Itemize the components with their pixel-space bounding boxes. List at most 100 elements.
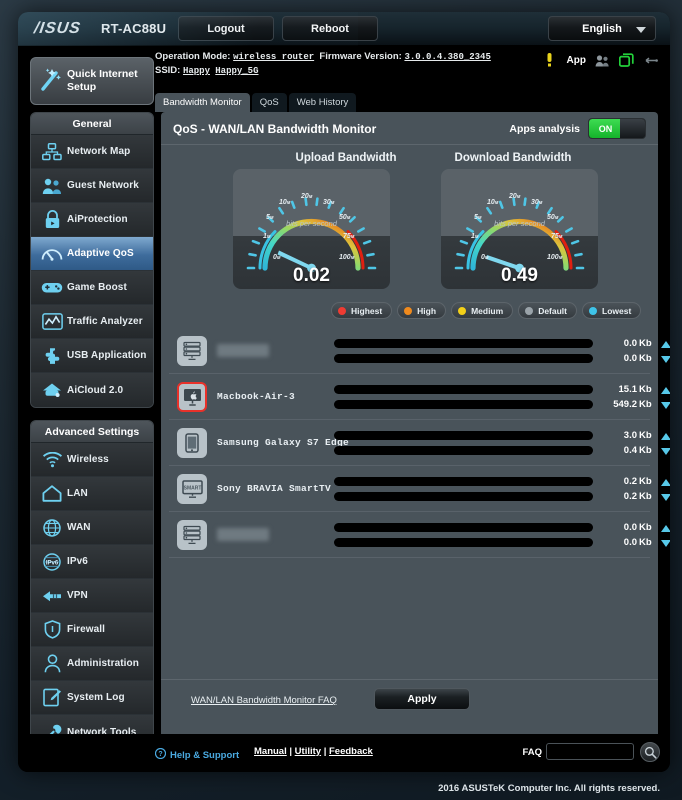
table-row[interactable]: 0.0 Kb 0.0 Kb [169, 328, 650, 374]
priority-label: Lowest [602, 306, 631, 316]
sidebar-item-usb-application[interactable]: USB Application [31, 339, 153, 373]
ssid-24g-value[interactable]: Happy [183, 66, 210, 76]
upload-unit: Kb [639, 476, 652, 487]
tab-qos[interactable]: QoS [252, 93, 287, 112]
tab-bandwidth-monitor[interactable]: Bandwidth Monitor [155, 93, 250, 112]
copyright-notice: 2016 ASUSTeK Computer Inc. All rights re… [438, 783, 660, 794]
download-value: 0.2 [597, 491, 637, 502]
ssid-5g-value[interactable]: Happy_5G [215, 66, 258, 76]
network-map-icon [37, 143, 67, 161]
language-selector[interactable]: English [548, 16, 656, 41]
sidebar-item-adaptive-qos[interactable]: Adaptive QoS [31, 237, 153, 271]
chart-icon [37, 313, 67, 330]
home-icon [37, 485, 67, 502]
search-icon[interactable] [640, 742, 660, 762]
upload-gauge-value: 0.02 [233, 265, 390, 287]
gamepad-icon [37, 280, 67, 295]
upload-unit: Kb [639, 384, 652, 395]
sidebar-advanced-header: Advanced Settings [31, 421, 153, 443]
sidebar-item-game-boost[interactable]: Game Boost [31, 271, 153, 305]
sidebar-item-network-map[interactable]: Network Map [31, 135, 153, 169]
app-label[interactable]: App [567, 55, 586, 66]
sidebar-item-vpn[interactable]: VPN [31, 579, 153, 613]
sidebar-item-firewall[interactable]: Firewall [31, 613, 153, 647]
status-icon-tray: App [544, 53, 658, 67]
vpn-key-icon [37, 588, 67, 604]
download-gauge-value: 0.49 [441, 265, 598, 287]
ipv6-globe-icon: IPv6 [37, 553, 67, 571]
sidebar-label: WAN [67, 522, 91, 533]
priority-label: Medium [471, 306, 503, 316]
connected-network-icon[interactable] [619, 53, 634, 67]
sidebar-item-guest-network[interactable]: Guest Network [31, 169, 153, 203]
utility-link[interactable]: Utility [295, 746, 321, 757]
usb-icon[interactable] [643, 55, 658, 66]
gauge-tick-0: 0м [273, 254, 281, 261]
lock-icon [37, 210, 67, 229]
priority-lowest-button[interactable]: Lowest [582, 302, 641, 319]
sidebar-item-wireless[interactable]: Wireless [31, 443, 153, 477]
priority-highest-button[interactable]: Highest [331, 302, 392, 319]
smart-tv-icon[interactable]: SMART [177, 474, 207, 504]
nas-server-icon[interactable] [177, 520, 207, 550]
table-row[interactable]: SMART Sony BRAVIA SmartTV 0.2 Kb 0.2 Kb [169, 466, 650, 512]
sidebar-item-administration[interactable]: Administration [31, 647, 153, 681]
table-row[interactable]: Macbook-Air-3 15.1 Kb 549.2 Kb [169, 374, 650, 420]
sidebar-label: Traffic Analyzer [67, 316, 143, 327]
content-panel: QoS - WAN/LAN Bandwidth Monitor Apps ana… [161, 112, 658, 757]
help-support-link[interactable]: ? Help & Support [155, 746, 239, 764]
sidebar-item-aicloud[interactable]: AiCloud 2.0 [31, 373, 153, 407]
sidebar-item-lan[interactable]: LAN [31, 477, 153, 511]
gauge-tick-1: 1м [471, 233, 479, 240]
table-row[interactable]: Samsung Galaxy S7 Edge 3.0 Kb 0.4 Kb [169, 420, 650, 466]
apply-button[interactable]: Apply [374, 688, 470, 710]
upload-arrow-icon [661, 525, 670, 532]
guest-users-icon[interactable] [595, 54, 610, 67]
nas-server-icon[interactable] [177, 336, 207, 366]
sidebar-item-ipv6[interactable]: IPv6 IPv6 [31, 545, 153, 579]
imac-apple-icon[interactable] [177, 382, 207, 412]
download-unit: Kb [639, 491, 652, 502]
priority-legend: Highest High Medium Default Lowest [331, 302, 641, 319]
operation-mode-value[interactable]: wireless router [233, 52, 314, 62]
download-bar [334, 492, 593, 501]
priority-default-button[interactable]: Default [518, 302, 577, 319]
gauge-tick-5: 5м [474, 214, 482, 221]
upload-arrow-icon [661, 387, 670, 394]
download-unit: Kb [639, 445, 652, 456]
sidebar-item-system-log[interactable]: System Log [31, 681, 153, 715]
upload-arrow-icon [661, 479, 670, 486]
gauge-tick-0: 0м [481, 254, 489, 261]
sidebar-item-aiprotection[interactable]: AiProtection [31, 203, 153, 237]
sidebar-item-wan[interactable]: WAN [31, 511, 153, 545]
download-unit: Kb [639, 537, 652, 548]
quick-internet-setup-button[interactable]: Quick Internet Setup [30, 57, 154, 105]
priority-medium-button[interactable]: Medium [451, 302, 513, 319]
logout-button[interactable]: Logout [178, 16, 274, 41]
manual-link[interactable]: Manual [254, 746, 287, 757]
sidebar-label: Wireless [67, 454, 109, 465]
download-gauge-title: Download Bandwidth [428, 152, 598, 164]
priority-label: Highest [351, 306, 382, 316]
bandwidth-monitor-faq-link[interactable]: WAN/LAN Bandwidth Monitor FAQ [191, 695, 337, 706]
reboot-button[interactable]: Reboot [282, 16, 378, 41]
sidebar-item-traffic-analyzer[interactable]: Traffic Analyzer [31, 305, 153, 339]
table-row[interactable]: 0.0 Kb 0.0 Kb [169, 512, 650, 558]
download-gauge: bits per second 0м 1м 5м 10м 20м 30м 50м… [441, 169, 598, 289]
upload-arrow-icon [661, 433, 670, 440]
tab-web-history[interactable]: Web History [289, 93, 357, 112]
action-row: WAN/LAN Bandwidth Monitor FAQ Apply [161, 679, 658, 719]
firmware-value[interactable]: 3.0.0.4.380_2345 [404, 52, 490, 62]
download-arrow-icon [661, 494, 670, 501]
smartphone-icon[interactable] [177, 428, 207, 458]
priority-high-button[interactable]: High [397, 302, 446, 319]
upload-bar [334, 477, 593, 486]
upload-bar [334, 431, 593, 440]
priority-dot-default [525, 307, 533, 315]
faq-search-input[interactable] [546, 743, 634, 760]
notification-bell-icon[interactable] [544, 53, 555, 67]
apps-analysis-toggle[interactable]: ON [588, 118, 646, 139]
upload-bar [334, 385, 593, 394]
sidebar-label: Guest Network [67, 180, 139, 191]
feedback-link[interactable]: Feedback [329, 746, 373, 757]
